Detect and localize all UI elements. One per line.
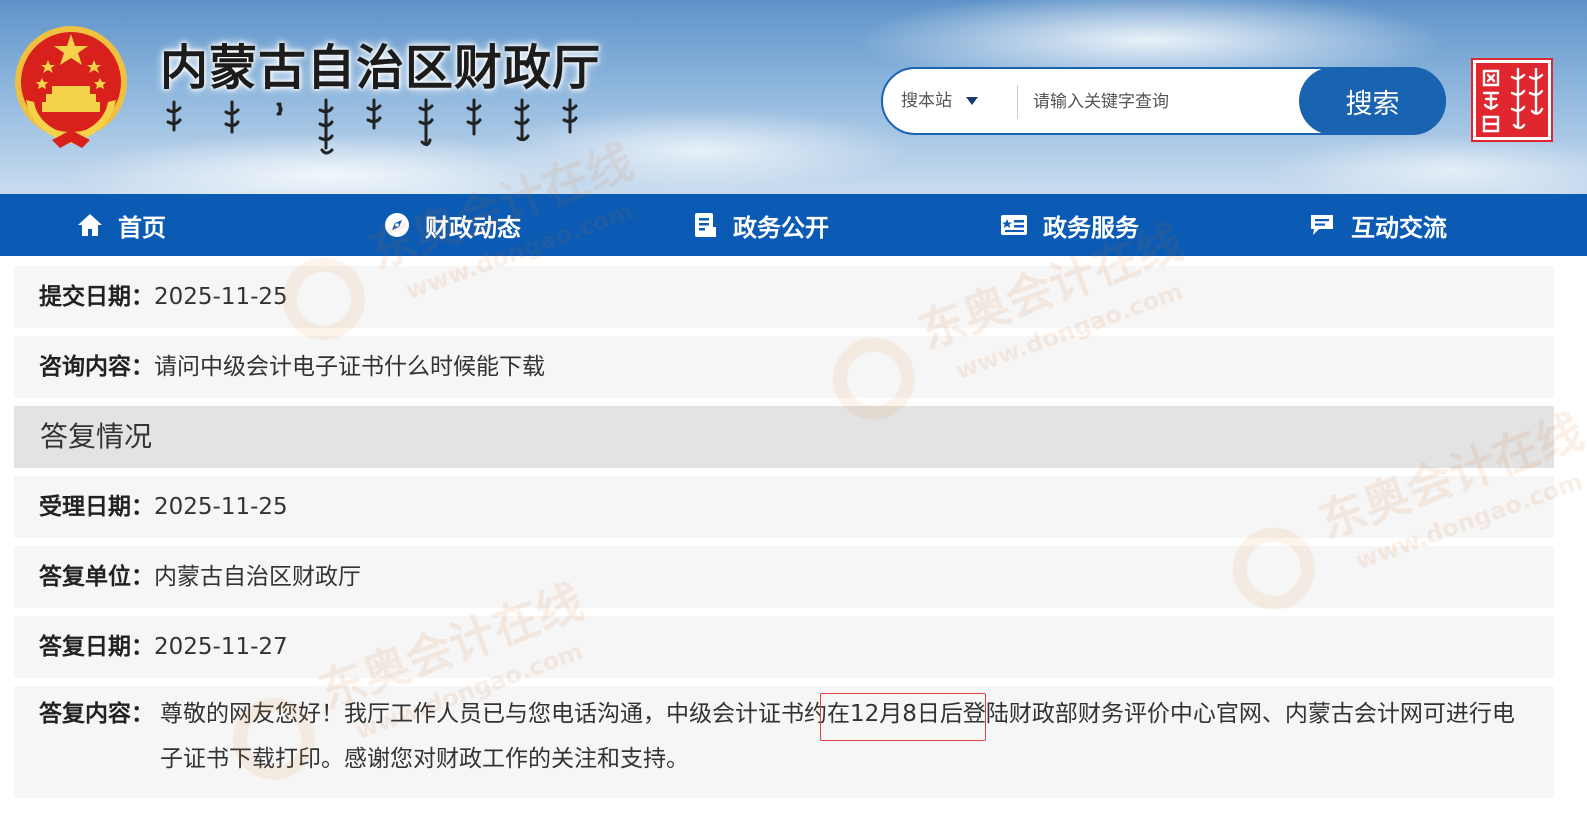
reply-date-value: 2025-11-27 xyxy=(154,634,288,660)
search-scope-label: 搜本站 xyxy=(901,91,952,111)
accept-date-label: 受理日期： xyxy=(39,494,154,520)
nav-item-home[interactable]: 首页 xyxy=(76,194,166,256)
accept-date-row: 受理日期：2025-11-25 xyxy=(14,476,1554,538)
nav-item-label: 首页 xyxy=(118,213,166,242)
national-emblem-icon[interactable] xyxy=(12,20,130,150)
submit-date-label: 提交日期： xyxy=(39,284,154,310)
reply-unit-row: 答复单位：内蒙古自治区财政厅 xyxy=(14,546,1554,608)
nav-item-label: 政务服务 xyxy=(1043,213,1139,242)
search-input[interactable] xyxy=(1031,77,1290,127)
site-header: 内蒙古自治区财政厅 搜本站 搜索 xyxy=(0,0,1587,194)
reply-content-row: 答复内容： 尊敬的网友您好！我厅工作人员已与您电话沟通，中级会计证书约在12月8… xyxy=(14,686,1554,798)
seal-lettering-icon xyxy=(1482,67,1544,133)
accept-date-value: 2025-11-25 xyxy=(154,494,288,520)
reply-content-label: 答复内容： xyxy=(39,701,154,727)
nav-item-label: 政务公开 xyxy=(733,213,829,242)
consult-content-label: 咨询内容： xyxy=(39,354,154,380)
reply-date-label: 答复日期： xyxy=(39,634,154,660)
reply-unit-label: 答复单位： xyxy=(39,564,154,590)
nav-item-government-affairs[interactable]: 政务公开 xyxy=(691,194,829,256)
search-box: 搜本站 搜索 xyxy=(881,67,1446,135)
home-icon xyxy=(78,214,102,236)
submit-date-row: 提交日期：2025-11-25 xyxy=(14,266,1554,328)
nav-item-finance-news[interactable]: 财政动态 xyxy=(383,194,521,256)
consult-content-row: 咨询内容：请问中级会计电子证书什么时候能下载 xyxy=(14,336,1554,398)
reply-section-title: 答复情况 xyxy=(14,406,1554,468)
compass-icon xyxy=(385,213,409,237)
nav-item-label: 财政动态 xyxy=(425,213,521,242)
nav-item-interaction[interactable]: 互动交流 xyxy=(1307,194,1447,256)
main-nav: 首页 财政动态 政务公开 政务服务 互动交流 xyxy=(0,194,1587,256)
mongolian-script-title xyxy=(166,98,578,155)
nav-item-government-services[interactable]: 政务服务 xyxy=(999,194,1139,256)
reply-date-row: 答复日期：2025-11-27 xyxy=(14,616,1554,678)
mongolian-seal-logo[interactable] xyxy=(1473,60,1551,140)
consultation-detail: 提交日期：2025-11-25 咨询内容：请问中级会计电子证书什么时候能下载 答… xyxy=(0,256,1587,824)
search-button[interactable]: 搜索 xyxy=(1299,67,1446,135)
search-divider xyxy=(1017,85,1018,119)
caret-down-icon xyxy=(966,97,978,105)
document-icon xyxy=(695,213,716,237)
submit-date-value: 2025-11-25 xyxy=(154,284,288,310)
consult-content-value: 请问中级会计电子证书什么时候能下载 xyxy=(154,354,545,380)
reply-unit-value: 内蒙古自治区财政厅 xyxy=(154,564,361,590)
service-card-icon xyxy=(1001,215,1027,235)
reply-content-value: 尊敬的网友您好！我厅工作人员已与您电话沟通，中级会计证书约在12月8日后登陆财政… xyxy=(160,701,1515,772)
search-scope-dropdown[interactable]: 搜本站 xyxy=(901,69,978,133)
nav-item-label: 互动交流 xyxy=(1351,213,1447,242)
site-title[interactable]: 内蒙古自治区财政厅 xyxy=(160,28,601,98)
chat-icon xyxy=(1311,215,1333,235)
